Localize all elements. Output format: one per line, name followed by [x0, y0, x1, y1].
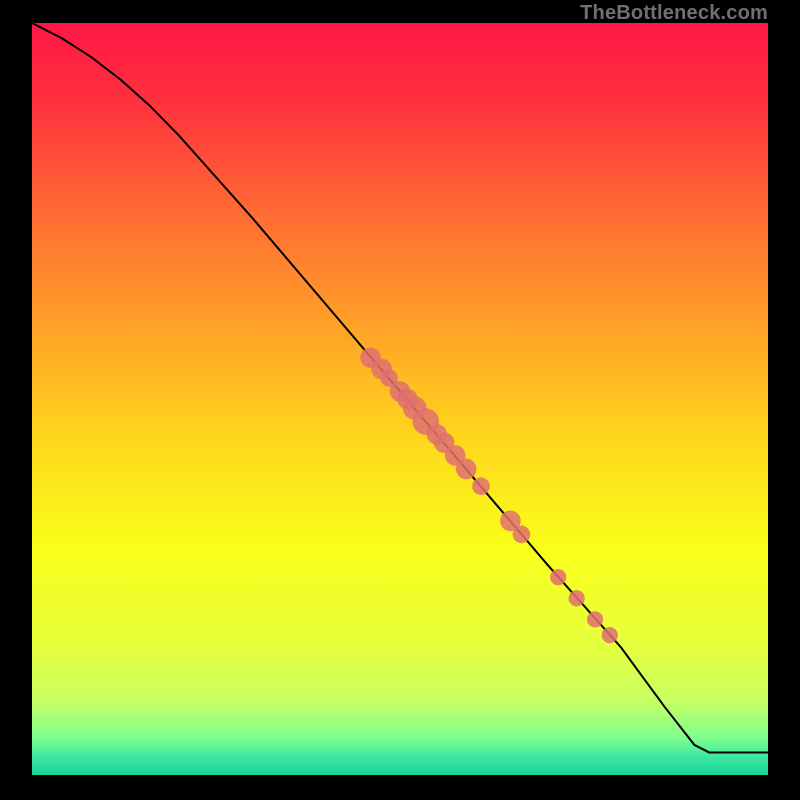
watermark-text: TheBottleneck.com [580, 2, 768, 25]
chart-frame: TheBottleneck.com [0, 0, 800, 800]
curve-layer [32, 23, 768, 775]
data-marker [602, 627, 618, 643]
data-marker [513, 526, 531, 544]
data-marker [550, 569, 566, 585]
plot-area [32, 23, 768, 775]
data-marker [456, 459, 477, 480]
data-marker [569, 590, 585, 606]
data-marker [472, 477, 490, 495]
data-marker [587, 611, 603, 627]
